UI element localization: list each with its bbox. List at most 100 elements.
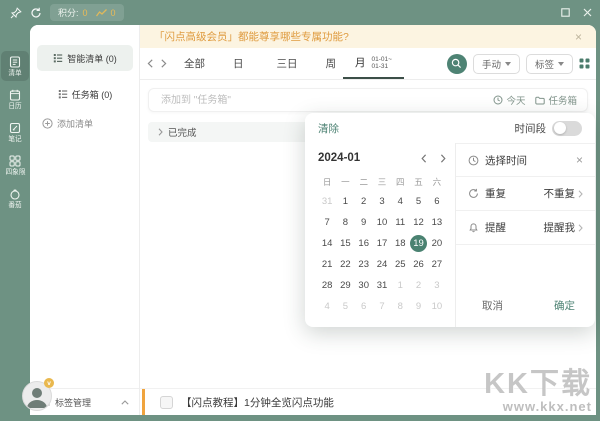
calendar-day[interactable]: 15 [336, 233, 354, 254]
repeat-label: 重复 [485, 186, 506, 201]
calendar-day[interactable]: 6 [428, 191, 446, 212]
time-range-label: 时间段 [515, 121, 547, 136]
toggle-knob [554, 122, 566, 134]
prev-month-icon[interactable] [421, 154, 427, 163]
weekday-label: 日 [318, 175, 336, 189]
calendar-day[interactable]: 29 [336, 275, 354, 296]
maximize-icon[interactable] [561, 8, 570, 17]
calendar-day[interactable]: 28 [318, 275, 336, 296]
calendar-day[interactable]: 7 [373, 296, 391, 317]
weekday-label: 五 [409, 175, 427, 189]
clear-time-icon[interactable]: × [576, 154, 583, 166]
rail-item-pomodoro[interactable]: 番茄 [1, 183, 29, 213]
repeat-row[interactable]: 重复 不重复 [456, 177, 595, 211]
calendar-day[interactable]: 9 [409, 296, 427, 317]
cancel-button[interactable]: 取消 [482, 298, 503, 313]
refresh-icon[interactable] [30, 7, 42, 19]
calendar-day[interactable]: 1 [391, 275, 409, 296]
calendar-day[interactable]: 30 [355, 275, 373, 296]
calendar-day[interactable]: 12 [409, 212, 427, 233]
layout-grid-icon[interactable] [579, 58, 590, 69]
rail-item-quadrant[interactable]: 四象限 [1, 150, 29, 180]
calendar-day[interactable]: 4 [391, 191, 409, 212]
add-list-button[interactable]: 添加清单 [42, 117, 93, 130]
calendar-day[interactable]: 23 [355, 254, 373, 275]
calendar-day[interactable]: 22 [336, 254, 354, 275]
calendar-day[interactable]: 14 [318, 233, 336, 254]
calendar-day[interactable]: 2 [409, 275, 427, 296]
tag-filter-button[interactable]: 标签 [526, 54, 573, 74]
list-icon [9, 56, 21, 68]
calendar-day[interactable]: 3 [428, 275, 446, 296]
tab-month-label: 月 [355, 55, 366, 70]
calendar-day[interactable]: 4 [318, 296, 336, 317]
manual-sort-button[interactable]: 手动 [473, 54, 520, 74]
calendar-day[interactable]: 31 [318, 191, 336, 212]
tab-month-selected[interactable]: 月 01-01~01-31 [343, 48, 404, 79]
calendar-day[interactable]: 24 [373, 254, 391, 275]
weekday-label: 三 [373, 175, 391, 189]
rail-item-label: 四象限 [5, 169, 25, 176]
calendar-day[interactable]: 25 [391, 254, 409, 275]
select-time-row[interactable]: 选择时间 × [456, 143, 595, 177]
tab-all[interactable]: 全部 [184, 56, 205, 71]
calendar-day-selected[interactable]: 19 [410, 235, 427, 252]
calendar-day[interactable]: 3 [373, 191, 391, 212]
remind-row[interactable]: 提醒 提醒我 [456, 211, 595, 245]
calendar-day[interactable]: 31 [373, 275, 391, 296]
calendar-day[interactable]: 5 [409, 191, 427, 212]
completed-section-header[interactable]: 已完成 0 [148, 122, 320, 142]
popup-header: 清除 时间段 [305, 113, 595, 143]
banner-close-icon[interactable]: × [575, 31, 582, 43]
confirm-button[interactable]: 确定 [554, 298, 575, 313]
calendar-day[interactable]: 17 [373, 233, 391, 254]
calendar-day[interactable]: 10 [373, 212, 391, 233]
calendar-day[interactable]: 2 [355, 191, 373, 212]
promo-banner[interactable]: 「闪点高级会员」都能尊享哪些专属功能? × [140, 25, 596, 48]
calendar-day[interactable]: 18 [391, 233, 409, 254]
calendar-day[interactable]: 9 [355, 212, 373, 233]
rail-item-lists[interactable]: 清单 [1, 51, 29, 81]
calendar-day[interactable]: 20 [428, 233, 446, 254]
calendar-day[interactable]: 11 [391, 212, 409, 233]
sidebar-item-smart-list[interactable]: 智能清单 (0) [37, 45, 133, 71]
task-row[interactable]: 【闪点教程】1分钟全览闪点功能 [140, 388, 596, 415]
tabbar-actions: 手动 标签 [447, 54, 596, 74]
calendar-day[interactable]: 8 [336, 212, 354, 233]
sidebar-item-task-box[interactable]: 任务箱 (0) [37, 81, 133, 107]
calendar-day[interactable]: 16 [355, 233, 373, 254]
add-task-input[interactable] [159, 94, 483, 107]
time-range-toggle[interactable] [552, 121, 582, 136]
rail-item-calendar[interactable]: 日历 [1, 84, 29, 114]
task-checkbox[interactable] [160, 396, 173, 409]
tab-three-day[interactable]: 三日 [277, 56, 298, 71]
calendar-day[interactable]: 26 [409, 254, 427, 275]
calendar-day[interactable]: 8 [391, 296, 409, 317]
chevron-up-icon [121, 400, 129, 405]
completed-label: 已完成 [168, 125, 197, 139]
next-month-icon[interactable] [440, 154, 446, 163]
smart-list-icon [53, 53, 63, 63]
calendar-day[interactable]: 1 [336, 191, 354, 212]
tomato-icon [9, 188, 21, 200]
next-period-icon[interactable] [160, 59, 167, 68]
calendar-day[interactable]: 27 [428, 254, 446, 275]
calendar-day[interactable]: 10 [428, 296, 446, 317]
calendar-day[interactable]: 6 [355, 296, 373, 317]
close-icon[interactable] [583, 8, 592, 17]
task-box-select-button[interactable]: 任务箱 [535, 93, 577, 107]
calendar-day[interactable]: 13 [428, 212, 446, 233]
search-button[interactable] [447, 54, 467, 74]
calendar-nav [421, 154, 446, 163]
calendar-month-label: 2024-01 [318, 152, 360, 164]
tab-week[interactable]: 周 [326, 56, 337, 71]
today-button[interactable]: 今天 [493, 93, 525, 107]
clear-button[interactable]: 清除 [318, 121, 339, 136]
calendar-day[interactable]: 21 [318, 254, 336, 275]
calendar-day[interactable]: 7 [318, 212, 336, 233]
rail-item-notes[interactable]: 笔记 [1, 117, 29, 147]
pin-icon[interactable] [10, 7, 22, 19]
calendar-day[interactable]: 5 [336, 296, 354, 317]
tab-day[interactable]: 日 [233, 56, 244, 71]
prev-period-icon[interactable] [147, 59, 154, 68]
